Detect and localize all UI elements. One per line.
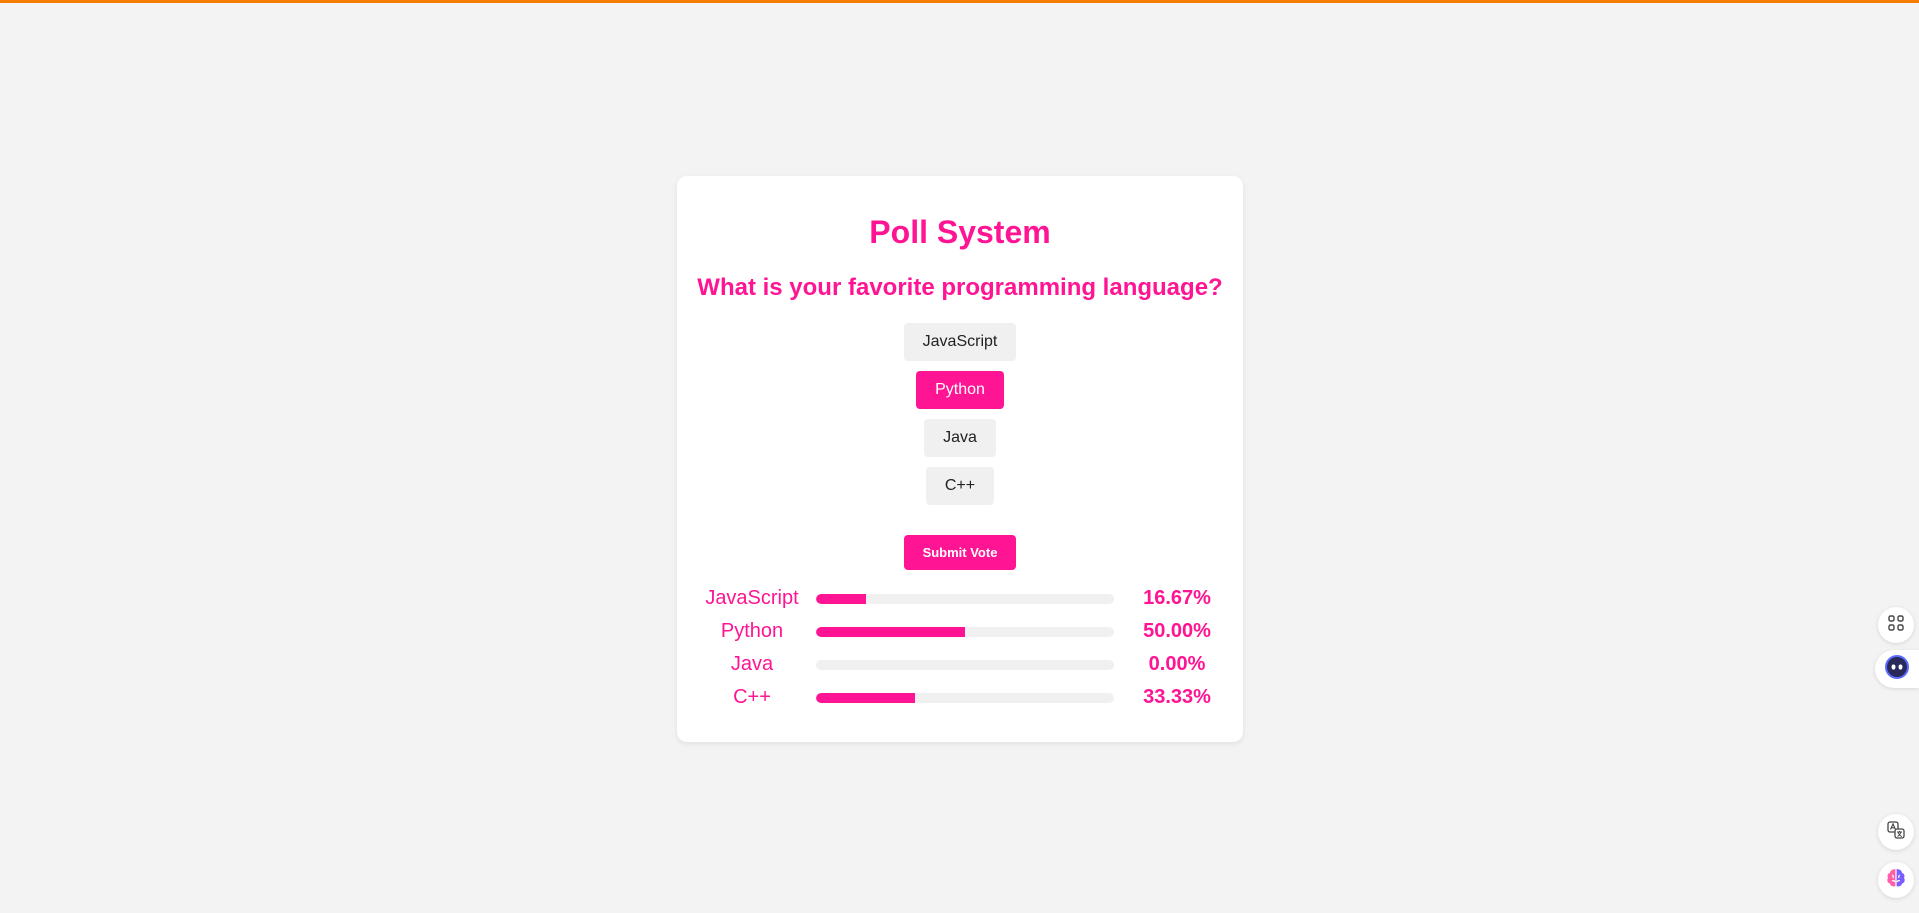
poll-options: JavaScript Python Java C++ xyxy=(677,323,1243,505)
assistant-button[interactable] xyxy=(1875,650,1919,688)
result-label: C++ xyxy=(733,686,771,708)
top-accent-bar xyxy=(0,0,1919,3)
result-percent: 50.00% xyxy=(1143,620,1211,642)
result-label: Python xyxy=(720,620,784,642)
result-bar-fill xyxy=(816,693,916,703)
option-java-button[interactable]: Java xyxy=(924,419,996,457)
poll-question: What is your favorite programming langua… xyxy=(697,274,1223,301)
page-title: Poll System xyxy=(869,214,1051,250)
result-percent: 0.00% xyxy=(1148,653,1206,675)
option-python-button[interactable]: Python xyxy=(916,371,1004,409)
result-percent: 16.67% xyxy=(1143,587,1211,609)
poll-card: Poll System What is your favorite progra… xyxy=(677,176,1243,742)
assistant-face-icon xyxy=(1884,654,1910,685)
result-percent: 33.33% xyxy=(1143,686,1211,708)
result-bar-fill xyxy=(816,594,866,604)
result-bar-track xyxy=(816,627,1114,637)
translate-button[interactable] xyxy=(1878,814,1914,850)
result-bar-track xyxy=(816,693,1114,703)
result-bar-track xyxy=(816,660,1114,670)
result-bar-fill xyxy=(816,627,965,637)
result-label: JavaScript xyxy=(705,587,799,609)
apps-grid-icon xyxy=(1888,614,1904,636)
result-row-python: Python 50.00% xyxy=(677,620,1243,653)
result-row-cpp: C++ 33.33% xyxy=(677,686,1243,719)
result-label: Java xyxy=(730,653,774,675)
ai-brain-icon xyxy=(1884,866,1908,895)
result-bar-track xyxy=(816,594,1114,604)
ai-brain-button[interactable] xyxy=(1878,862,1914,898)
result-row-javascript: JavaScript 16.67% xyxy=(677,587,1243,620)
translate-icon xyxy=(1887,820,1905,844)
option-javascript-button[interactable]: JavaScript xyxy=(903,323,1017,361)
option-cpp-button[interactable]: C++ xyxy=(925,467,995,505)
apps-grid-button[interactable] xyxy=(1878,607,1914,643)
poll-results: JavaScript 16.67% Python 50.00% Java 0.0… xyxy=(677,587,1243,719)
submit-vote-button[interactable]: Submit Vote xyxy=(904,535,1016,570)
result-row-java: Java 0.00% xyxy=(677,653,1243,686)
